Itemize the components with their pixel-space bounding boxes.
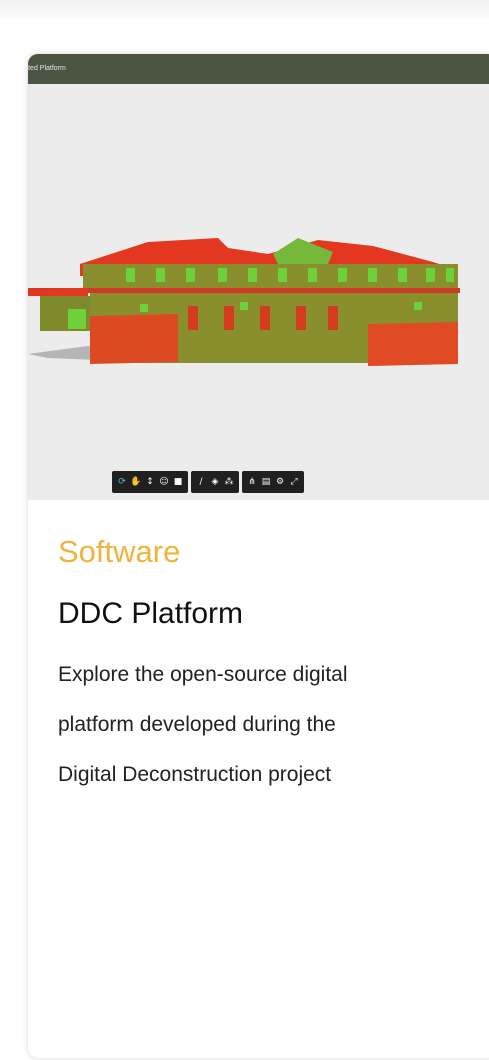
properties-icon[interactable]: ▤ <box>259 471 273 493</box>
viewer-header: grated Platform <box>28 54 489 84</box>
model-viewer[interactable]: grated Platform <box>28 54 489 500</box>
annex-door <box>68 309 86 329</box>
person-icon[interactable]: ☺ <box>157 471 171 493</box>
card-description: Explore the open-source digital platform… <box>58 663 348 786</box>
software-card[interactable]: grated Platform <box>28 54 489 1058</box>
card-category: Software <box>58 534 181 569</box>
toolbar-group-tools: ∕ ◈ ⁂ <box>191 471 239 493</box>
measure-icon[interactable]: ∕ <box>194 471 208 493</box>
card-title[interactable]: DDC Platform <box>58 594 478 634</box>
cornice <box>28 288 460 293</box>
facade-lower-left <box>90 314 178 364</box>
card-content: Software DDC Platform Explore the open-s… <box>58 532 478 800</box>
explode-icon[interactable]: ⁂ <box>222 471 236 493</box>
walk-icon[interactable]: ↕ <box>143 471 157 493</box>
facade-lower-right <box>368 322 458 366</box>
section-icon[interactable]: ◈ <box>208 471 222 493</box>
viewer-toolbar: ⟳ ✋ ↕ ☺ ■ ∕ ◈ ⁂ ⋔ ▤ ⚙ ⤢ <box>112 471 304 493</box>
camera-icon[interactable]: ■ <box>171 471 185 493</box>
orbit-icon[interactable]: ⟳ <box>115 471 129 493</box>
pan-icon[interactable]: ✋ <box>129 471 143 493</box>
page: grated Platform <box>0 0 489 1060</box>
settings-icon[interactable]: ⚙ <box>273 471 287 493</box>
fullscreen-icon[interactable]: ⤢ <box>287 471 301 493</box>
toolbar-group-navigation: ⟳ ✋ ↕ ☺ ■ <box>112 471 188 493</box>
building-model[interactable] <box>28 224 489 424</box>
toolbar-group-panels: ⋔ ▤ ⚙ ⤢ <box>242 471 304 493</box>
top-strip <box>0 0 489 18</box>
model-browser-icon[interactable]: ⋔ <box>245 471 259 493</box>
annex-wall <box>40 296 95 331</box>
viewer-header-title: grated Platform <box>28 65 66 72</box>
